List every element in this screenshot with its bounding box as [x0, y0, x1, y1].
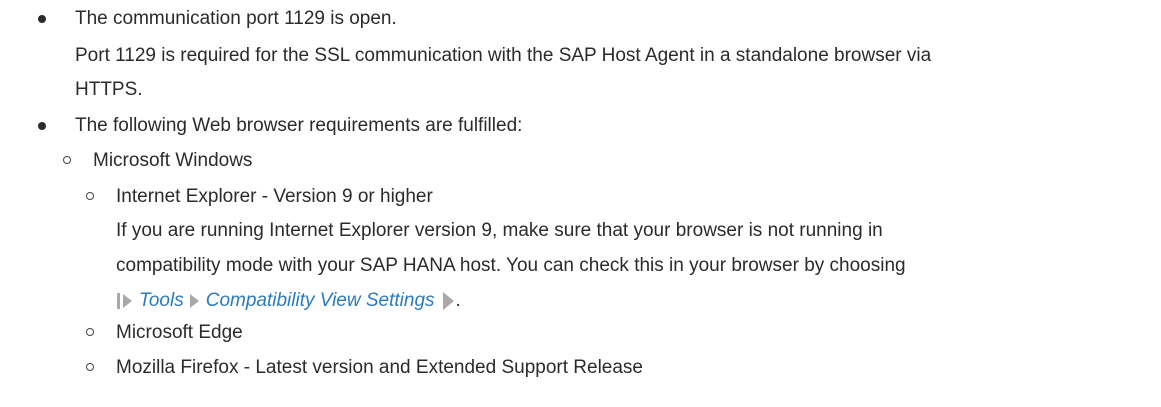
ie-note-line1: If you are running Internet Explorer ver…	[116, 220, 883, 241]
edge-text: Microsoft Edge	[116, 322, 243, 343]
windows-text: Microsoft Windows	[93, 150, 253, 171]
path-arrow-icon	[123, 294, 132, 308]
port-desc-line2: HTTPS.	[75, 79, 143, 100]
ie-note-line2: compatibility mode with your SAP HANA ho…	[116, 255, 906, 276]
menu-step-compat-view[interactable]: Compatibility View Settings	[206, 289, 435, 313]
sub-bullet-icon	[86, 363, 94, 371]
path-arrow-icon	[189, 294, 199, 308]
sub-bullet-icon	[86, 192, 94, 200]
bullet-icon	[38, 15, 46, 23]
ie-text: Internet Explorer - Version 9 or higher	[116, 186, 433, 207]
menu-step-tools[interactable]: Tools	[139, 289, 184, 313]
menu-path: Tools Compatibility View Settings .	[117, 289, 461, 313]
port-open-text: The communication port 1129 is open.	[75, 8, 397, 29]
path-start-icon	[117, 293, 120, 309]
browser-req-text: The following Web browser requirements a…	[75, 115, 523, 136]
sub-bullet-icon	[63, 156, 71, 164]
sub-bullet-icon	[86, 328, 94, 336]
port-desc-line1: Port 1129 is required for the SSL commun…	[75, 45, 932, 66]
menu-path-period: .	[455, 290, 461, 311]
bullet-icon	[38, 122, 46, 130]
path-end-icon	[442, 292, 454, 310]
firefox-text: Mozilla Firefox - Latest version and Ext…	[116, 357, 643, 378]
